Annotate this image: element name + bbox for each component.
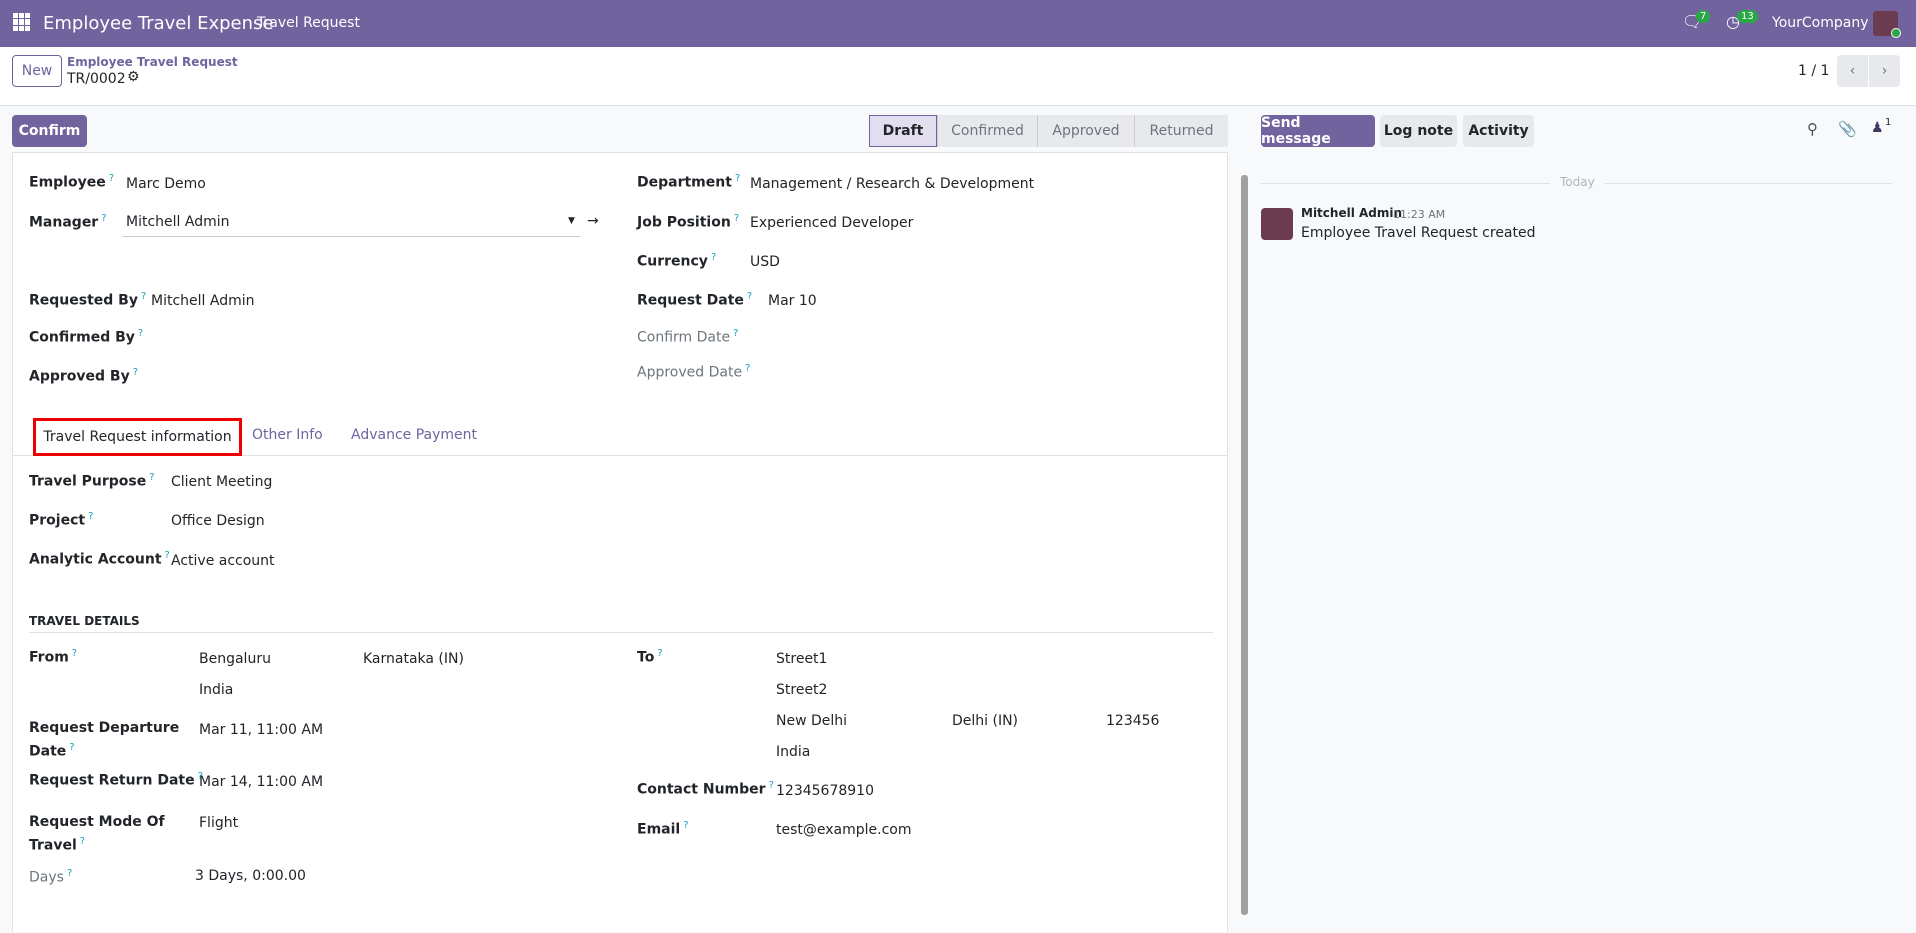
menu-travel-request[interactable]: Travel Request (257, 15, 360, 31)
top-navbar: Employee Travel Expense Travel Request 🗨… (0, 0, 1916, 47)
online-status-icon (1891, 28, 1901, 38)
department-label: Department? (637, 173, 741, 191)
days-value: 3 Days, 0:00.00 (195, 868, 306, 884)
from-city[interactable]: Bengaluru (199, 651, 271, 667)
days-label: Days? (29, 868, 73, 886)
to-label: To? (637, 648, 663, 666)
to-country[interactable]: India (776, 744, 810, 760)
job-position-label: Job Position? (637, 213, 740, 231)
travel-purpose-label: Travel Purpose? (29, 472, 155, 490)
pager-next-button[interactable]: › (1869, 55, 1900, 87)
contact-number-label: Contact Number? (637, 780, 774, 798)
to-city[interactable]: New Delhi (776, 713, 847, 729)
travel-purpose-value[interactable]: Client Meeting (171, 474, 272, 490)
from-country[interactable]: India (199, 682, 233, 698)
new-button[interactable]: New (12, 55, 62, 87)
message-avatar[interactable] (1261, 208, 1293, 240)
tab-travel-request-information[interactable]: Travel Request information (33, 418, 242, 456)
approved-by-label: Approved By? (29, 367, 139, 385)
pager-previous-button[interactable]: ‹ (1837, 55, 1868, 87)
confirmed-by-label: Confirmed By? (29, 328, 144, 346)
confirm-date-label: Confirm Date? (637, 328, 739, 346)
chevron-down-icon[interactable]: ▼ (568, 216, 575, 226)
messages-badge: 7 (1696, 10, 1711, 23)
tab-label: Travel Request information (43, 429, 232, 445)
project-label: Project? (29, 511, 94, 529)
from-state[interactable]: Karnataka (IN) (363, 651, 464, 667)
record-name: TR/0002 (67, 71, 126, 87)
analytic-account-label: Analytic Account? (29, 550, 170, 568)
activities-badge: 13 (1737, 10, 1758, 23)
currency-label: Currency? (637, 252, 717, 270)
message-author[interactable]: Mitchell Admin (1301, 206, 1402, 220)
manager-input[interactable]: Mitchell Admin (122, 214, 580, 237)
stage-confirmed[interactable]: Confirmed (937, 115, 1037, 147)
followers-icon[interactable]: ♟ (1871, 120, 1884, 136)
arrow-right-icon[interactable]: → (587, 213, 599, 229)
control-panel: New Employee Travel Request TR/0002 ⚙ 1 … (0, 47, 1916, 106)
form-sheet (12, 152, 1228, 932)
employee-label: Employee? (29, 173, 115, 191)
log-note-button[interactable]: Log note (1380, 115, 1457, 147)
pager-value[interactable]: 1 / 1 (1798, 63, 1829, 79)
paperclip-icon[interactable]: 📎 (1838, 120, 1857, 138)
currency-value[interactable]: USD (750, 254, 780, 270)
send-message-button[interactable]: Send message (1261, 115, 1375, 147)
message-body: Employee Travel Request created (1301, 225, 1536, 241)
project-value[interactable]: Office Design (171, 513, 265, 529)
confirm-button[interactable]: Confirm (12, 115, 87, 147)
return-date-value[interactable]: Mar 14, 11:00 AM (199, 774, 323, 790)
app-title[interactable]: Employee Travel Expense (43, 13, 273, 34)
request-date-label: Request Date? (637, 291, 753, 309)
activity-button[interactable]: Activity (1463, 115, 1534, 147)
job-position-value[interactable]: Experienced Developer (750, 215, 913, 231)
tab-other-info[interactable]: Other Info (252, 427, 323, 443)
department-value[interactable]: Management / Research & Development (750, 176, 1034, 192)
to-street2[interactable]: Street2 (776, 682, 827, 698)
travel-mode-value[interactable]: Flight (199, 815, 238, 831)
form-scrollbar[interactable] (1241, 175, 1248, 915)
contact-number-value[interactable]: 12345678910 (776, 783, 874, 799)
to-zip[interactable]: 123456 (1106, 713, 1159, 729)
travel-details-heading: TRAVEL DETAILS (29, 614, 140, 628)
section-divider (29, 632, 1213, 633)
apps-menu-icon[interactable] (13, 13, 31, 31)
to-street1[interactable]: Street1 (776, 651, 827, 667)
employee-value[interactable]: Marc Demo (126, 176, 206, 192)
stage-draft[interactable]: Draft (869, 115, 937, 147)
stage-approved[interactable]: Approved (1037, 115, 1134, 147)
from-label: From? (29, 648, 78, 666)
message-time: 11:23 AM (1393, 208, 1446, 221)
requested-by-label: Requested By? (29, 291, 147, 309)
manager-label: Manager? (29, 213, 107, 231)
search-icon[interactable]: ⚲ (1807, 120, 1818, 138)
gear-icon[interactable]: ⚙ (127, 69, 140, 85)
requested-by-value: Mitchell Admin (151, 293, 255, 309)
breadcrumb-parent[interactable]: Employee Travel Request (67, 55, 238, 69)
approved-date-label: Approved Date? (637, 363, 751, 381)
tab-advance-payment[interactable]: Advance Payment (351, 427, 477, 443)
departure-date-label: Request Departure Date? (29, 720, 180, 760)
request-date-value[interactable]: Mar 10 (768, 293, 817, 309)
followers-count: 1 (1885, 117, 1892, 128)
travel-mode-label: Request Mode Of Travel? (29, 814, 165, 854)
return-date-label: Request Return Date? (29, 771, 203, 789)
analytic-account-value[interactable]: Active account (171, 553, 275, 569)
stage-returned[interactable]: Returned (1134, 115, 1228, 147)
date-separator: Today (1550, 175, 1605, 189)
to-state[interactable]: Delhi (IN) (952, 713, 1018, 729)
email-value[interactable]: test@example.com (776, 822, 912, 838)
email-label: Email? (637, 820, 689, 838)
departure-date-value[interactable]: Mar 11, 11:00 AM (199, 722, 323, 738)
company-switcher[interactable]: YourCompany (1772, 15, 1869, 31)
